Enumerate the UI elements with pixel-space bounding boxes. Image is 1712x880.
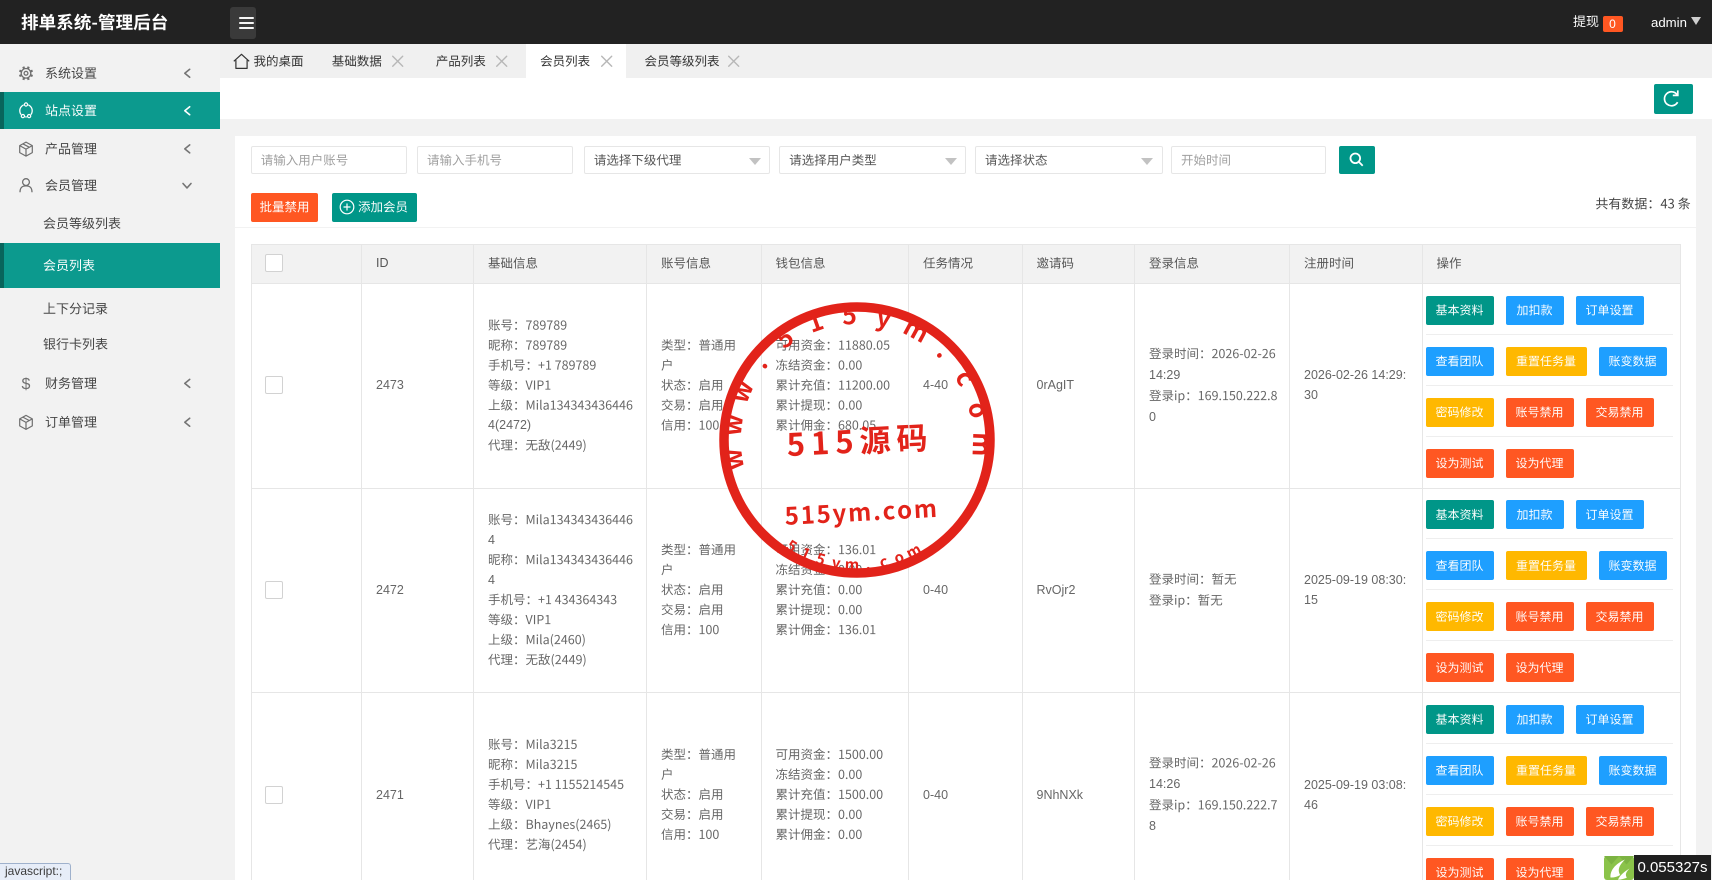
svg-text:$: $ [22,376,31,393]
